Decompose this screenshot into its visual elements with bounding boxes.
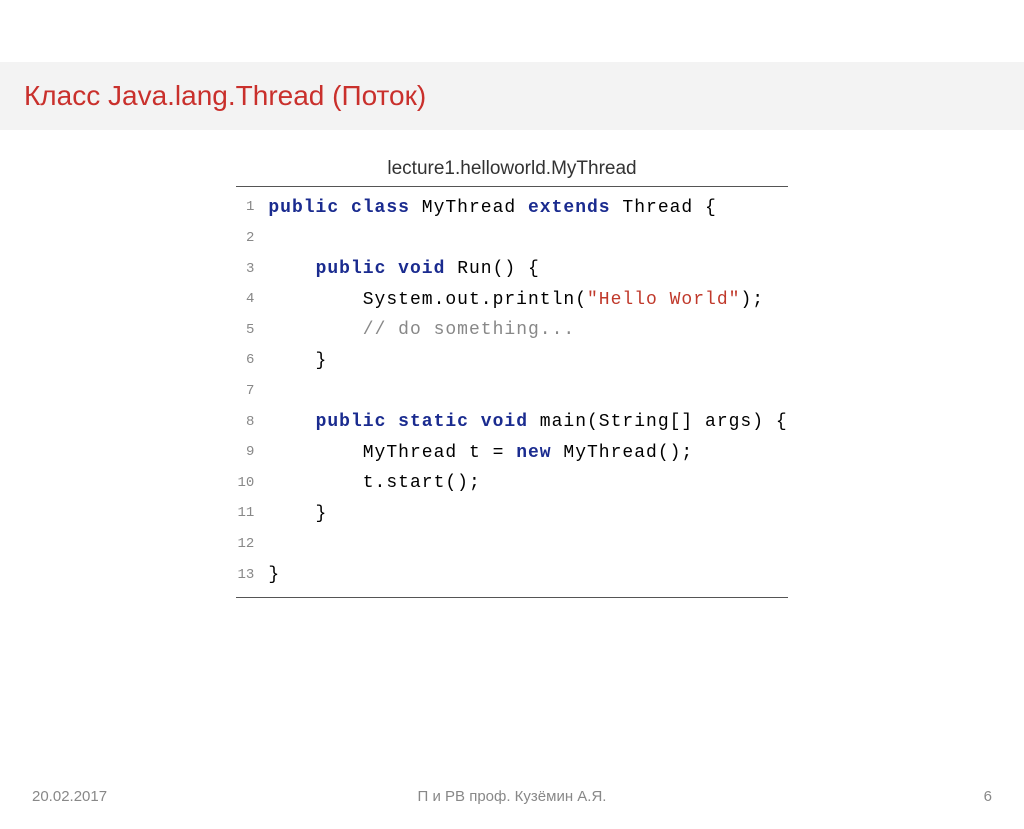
footer-date: 20.02.2017 [32, 788, 107, 805]
line-number: 1 [236, 193, 268, 224]
code-line: 4 System.out.println("Hello World"); [236, 285, 787, 316]
code-content: System.out.println("Hello World"); [268, 285, 764, 316]
code-block: 1public class MyThread extends Thread {2… [236, 186, 787, 598]
line-number: 13 [236, 560, 268, 591]
line-number: 3 [236, 254, 268, 285]
code-content: public static void main(String[] args) { [268, 407, 787, 438]
code-line: 9 MyThread t = new MyThread(); [236, 438, 787, 469]
code-line: 11 } [236, 499, 787, 530]
code-content [268, 530, 280, 561]
code-content: } [268, 346, 327, 377]
slide-footer: 20.02.2017 П и РВ проф. Кузёмин А.Я. 6 [0, 788, 1024, 805]
code-line: 6 } [236, 346, 787, 377]
code-line: 7 [236, 377, 787, 408]
footer-page: 6 [984, 788, 992, 805]
code-content: MyThread t = new MyThread(); [268, 438, 693, 469]
line-number: 7 [236, 377, 268, 408]
line-number: 10 [236, 468, 268, 499]
code-line: 2 [236, 224, 787, 255]
code-content [268, 224, 280, 255]
line-number: 11 [236, 499, 268, 530]
code-line: 8 public static void main(String[] args)… [236, 407, 787, 438]
line-number: 2 [236, 224, 268, 255]
line-number: 8 [236, 407, 268, 438]
code-line: 5 // do something... [236, 315, 787, 346]
code-content: } [268, 499, 327, 530]
line-number: 6 [236, 346, 268, 377]
code-content: public class MyThread extends Thread { [268, 193, 717, 224]
code-content: t.start(); [268, 468, 480, 499]
code-section: lecture1.helloworld.MyThread 1public cla… [0, 158, 1024, 598]
code-caption: lecture1.helloworld.MyThread [0, 158, 1024, 180]
slide-title: Класс Java.lang.Thread (Поток) [24, 80, 1000, 112]
line-number: 12 [236, 530, 268, 561]
line-number: 9 [236, 438, 268, 469]
code-line: 10 t.start(); [236, 468, 787, 499]
code-line: 3 public void Run() { [236, 254, 787, 285]
code-content [268, 377, 280, 408]
code-content: // do something... [268, 315, 575, 346]
code-line: 1public class MyThread extends Thread { [236, 193, 787, 224]
line-number: 5 [236, 315, 268, 346]
footer-center: П и РВ проф. Кузёмин А.Я. [418, 788, 607, 805]
code-line: 12 [236, 530, 787, 561]
code-line: 13} [236, 560, 787, 591]
code-content: } [268, 560, 280, 591]
slide-title-bar: Класс Java.lang.Thread (Поток) [0, 62, 1024, 130]
code-content: public void Run() { [268, 254, 539, 285]
line-number: 4 [236, 285, 268, 316]
